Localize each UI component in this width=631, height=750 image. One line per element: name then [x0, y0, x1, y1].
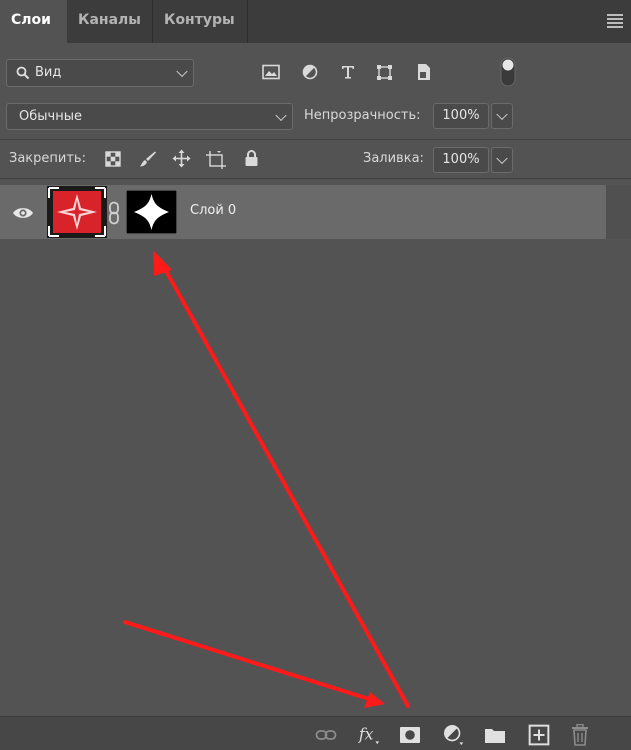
blend-mode-value: Обычные: [19, 109, 82, 124]
lock-label: Закрепить:: [9, 151, 86, 166]
layer-filter-dropdown[interactable]: Вид: [6, 59, 194, 87]
annotation-arrowhead: [153, 250, 172, 276]
opacity-slider-button[interactable]: [491, 103, 513, 129]
link-layers-icon[interactable]: [315, 724, 337, 746]
new-layer-icon[interactable]: [528, 724, 550, 746]
blend-mode-dropdown[interactable]: Обычные: [6, 103, 293, 130]
annotation-arrow-to-mask: [158, 258, 410, 708]
image-filter-icon[interactable]: [262, 64, 280, 80]
fx-icon[interactable]: fx: [358, 724, 380, 746]
fill-slider-button[interactable]: [491, 147, 513, 173]
annotation-arrow-to-mask-button: [123, 620, 374, 702]
divider: [0, 139, 631, 140]
layer-thumbnail[interactable]: [47, 186, 107, 238]
lock-position-icon[interactable]: [172, 149, 191, 168]
smart-object-filter-icon[interactable]: [416, 63, 432, 81]
chevron-down-icon: [496, 152, 508, 165]
search-icon: [16, 66, 30, 80]
fill-label: Заливка:: [363, 151, 424, 166]
chevron-down-icon: [496, 108, 508, 121]
fill-input[interactable]: 100%: [433, 147, 489, 173]
type-filter-icon[interactable]: [340, 64, 356, 80]
chevron-down-icon: [176, 65, 188, 78]
panel-tabbar: Слои Каналы Контуры: [0, 0, 631, 43]
layer-row[interactable]: Слой 0: [0, 185, 606, 239]
panel-menu-icon[interactable]: [607, 14, 623, 28]
chevron-down-icon: [275, 109, 287, 121]
add-mask-icon[interactable]: [399, 724, 421, 746]
opacity-label: Непрозрачность:: [304, 108, 421, 123]
divider: [0, 178, 631, 179]
shape-filter-icon[interactable]: [376, 64, 393, 81]
filter-toggle-icon[interactable]: [500, 57, 516, 87]
layer-mask-thumbnail[interactable]: [126, 190, 177, 234]
layer-name[interactable]: Слой 0: [190, 203, 236, 218]
lock-image-pixels-icon[interactable]: [139, 150, 157, 168]
tab-channels[interactable]: Каналы: [67, 0, 153, 43]
svg-text:fx: fx: [358, 726, 374, 744]
tab-layers[interactable]: Слои: [0, 0, 67, 43]
delete-layer-icon[interactable]: [569, 724, 591, 746]
filter-label: Вид: [35, 65, 62, 80]
opacity-input[interactable]: 100%: [433, 103, 489, 129]
tab-paths[interactable]: Контуры: [153, 0, 248, 43]
annotation-arrowhead: [364, 692, 385, 708]
adjustment-filter-icon[interactable]: [302, 64, 318, 80]
scrollbar-track[interactable]: [606, 185, 631, 239]
visibility-eye-icon[interactable]: [12, 206, 34, 220]
lock-all-icon[interactable]: [244, 149, 259, 167]
new-group-icon[interactable]: [484, 724, 506, 746]
chain-link-icon[interactable]: [108, 201, 120, 225]
lock-transparent-pixels-icon[interactable]: [105, 151, 121, 167]
lock-artboard-icon[interactable]: [206, 150, 226, 169]
layers-bottom-toolbar: fx: [0, 716, 631, 750]
adjustment-layer-icon[interactable]: [443, 724, 465, 746]
